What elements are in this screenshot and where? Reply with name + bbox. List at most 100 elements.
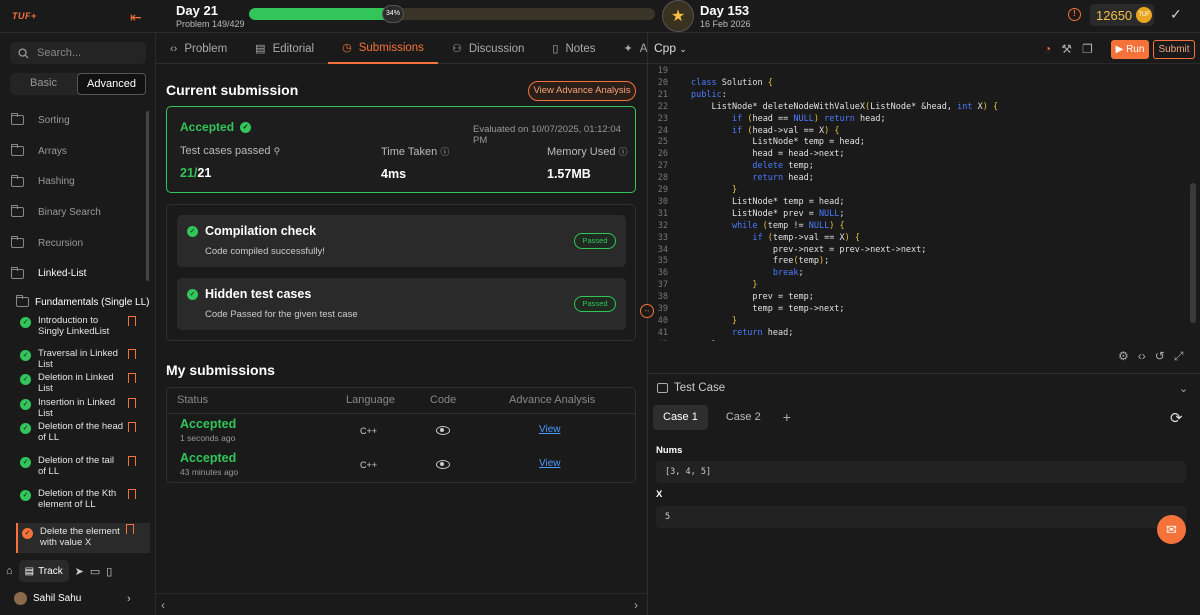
- coins-badge[interactable]: 12650 TUF: [1090, 4, 1154, 26]
- check-icon: ✓: [20, 423, 31, 435]
- eye-icon[interactable]: [436, 460, 450, 469]
- line-number: 22: [657, 101, 668, 112]
- bookmark-icon[interactable]: [128, 349, 136, 360]
- field-label: Nums: [656, 445, 683, 456]
- bookmark-icon[interactable]: [126, 524, 134, 535]
- editor-toolbar: Cpp ⌄ ◔ ⚒ ❐ ▶ Run Submit: [648, 33, 1200, 64]
- home-icon[interactable]: ⌂: [6, 565, 13, 577]
- info-icon[interactable]: !: [1068, 8, 1081, 21]
- add-case-button[interactable]: +: [779, 405, 791, 430]
- lesson-item[interactable]: ✓ Introduction to Singly LinkedList: [0, 315, 150, 348]
- bookmark-icon[interactable]: [128, 373, 136, 384]
- row-time: 1 seconds ago: [180, 433, 236, 443]
- view-link[interactable]: View: [539, 458, 561, 469]
- line-text: if (head == NULL) return head;: [731, 113, 886, 124]
- trophy-icon[interactable]: ★: [662, 0, 694, 32]
- lesson-item[interactable]: ✓ Deletion in Linked List: [0, 372, 150, 397]
- folder-icon: [11, 144, 24, 157]
- bookmark-icon[interactable]: [128, 316, 136, 327]
- lesson-item-current[interactable]: ✓ Delete the element with value X: [16, 523, 150, 554]
- copy-icon[interactable]: ❐: [1082, 42, 1093, 56]
- run-button[interactable]: ▶ Run: [1111, 40, 1149, 59]
- tab-case-2[interactable]: Case 2: [716, 405, 771, 430]
- folder-icon: [11, 236, 24, 249]
- book-icon[interactable]: ▯: [106, 565, 112, 578]
- logo[interactable]: TUF+: [12, 11, 37, 21]
- passed-badge: Passed: [574, 296, 616, 312]
- subtopic-fundamentals[interactable]: Fundamentals (Single LL): [0, 289, 150, 315]
- submission-panel: ‹› Problem ▤ Editorial ◷ Submissions ⚇ Discu…: [156, 33, 651, 615]
- tab-discussion[interactable]: ⚇ Discussion: [438, 33, 538, 64]
- eye-icon[interactable]: [436, 426, 450, 435]
- tab-label: Problem: [184, 42, 228, 55]
- row-status[interactable]: Accepted: [180, 417, 236, 431]
- resize-handle-icon[interactable]: ↔: [640, 304, 654, 318]
- nums-input[interactable]: [3, 4, 5]: [656, 461, 1186, 483]
- code-icon[interactable]: ‹›: [1138, 349, 1146, 364]
- tab-notes[interactable]: ▯ Notes: [538, 33, 609, 64]
- editor-scrollbar[interactable]: [1190, 183, 1196, 323]
- chat-icon[interactable]: ✉: [1157, 515, 1186, 544]
- bookmark-icon[interactable]: [128, 422, 136, 433]
- check-desc: Code Passed for the given test case: [205, 309, 358, 320]
- tab-problem[interactable]: ‹› Problem: [156, 33, 241, 64]
- chevron-down-icon[interactable]: ⌄: [1179, 382, 1188, 395]
- expand-icon[interactable]: ⤢: [1174, 349, 1184, 364]
- lesson-item[interactable]: ✓ Deletion of the head of LL: [0, 421, 150, 455]
- code-line: 40 }: [648, 315, 1200, 327]
- line-text: if (temp->val == X) {: [752, 232, 860, 243]
- chevron-right-icon[interactable]: ›: [127, 593, 131, 605]
- lesson-item[interactable]: ✓ Deletion of the Kth element of LL: [0, 488, 150, 523]
- user-profile[interactable]: Sahil Sahu: [14, 592, 81, 605]
- collapse-sidebar-icon[interactable]: ⇤: [130, 9, 142, 26]
- bookmark-icon[interactable]: [128, 456, 136, 467]
- refresh-icon[interactable]: ⟳: [1170, 409, 1183, 427]
- language-select[interactable]: Cpp ⌄: [654, 41, 687, 55]
- search-input[interactable]: [37, 47, 137, 59]
- info-icon: ⓘ: [618, 147, 628, 157]
- history-icon[interactable]: ↺: [1155, 349, 1165, 364]
- tab-case-1[interactable]: Case 1: [653, 405, 708, 430]
- gear-icon[interactable]: ⚙: [1118, 349, 1129, 364]
- tab-submissions[interactable]: ◷ Submissions: [328, 33, 438, 64]
- memory-value: 1.57MB: [547, 167, 591, 181]
- send-icon[interactable]: ➤: [75, 565, 84, 578]
- bookmark-icon[interactable]: [128, 489, 136, 500]
- line-number: 28: [657, 173, 668, 184]
- x-input[interactable]: 5: [656, 506, 1186, 528]
- tab-editorial[interactable]: ▤ Editorial: [241, 33, 328, 64]
- chevron-left-icon[interactable]: ‹: [161, 598, 165, 612]
- submit-button[interactable]: Submit: [1153, 40, 1195, 59]
- track-button[interactable]: ▤ Track: [18, 560, 69, 582]
- topic-linked-list[interactable]: Linked-List: [0, 258, 150, 289]
- check-settings-icon[interactable]: ✓: [1170, 6, 1182, 23]
- testcase-header[interactable]: Test Case ⌄: [648, 373, 1200, 403]
- coin-count: 12650: [1096, 7, 1133, 23]
- topic-label: Linked-List: [38, 268, 87, 280]
- code-line: 24 if (head->val == X) {: [648, 125, 1200, 137]
- line-number: 38: [657, 292, 668, 303]
- row-status[interactable]: Accepted: [180, 451, 238, 465]
- chevron-right-icon[interactable]: ›: [634, 598, 638, 612]
- lesson-label: Deletion of the Kth element of LL: [38, 488, 117, 511]
- topic-recursion[interactable]: Recursion: [0, 228, 150, 259]
- timer-icon[interactable]: ◔: [1044, 42, 1051, 56]
- topic-arrays[interactable]: Arrays: [0, 136, 150, 167]
- lesson-item[interactable]: ✓ Traversal in Linked List: [0, 348, 150, 372]
- lesson-item[interactable]: ✓ Insertion in Linked List: [0, 397, 150, 421]
- mode-basic[interactable]: Basic: [10, 73, 77, 95]
- tab-label: Notes: [565, 42, 596, 55]
- code-editor[interactable]: 19 20 class Solution {21 public: 22 ListNode…: [648, 65, 1200, 341]
- evaluated-time: Evaluated on 10/07/2025, 01:12:04 PM: [473, 124, 621, 146]
- magic-wand-icon[interactable]: ⚒: [1061, 42, 1072, 56]
- topic-hashing[interactable]: Hashing: [0, 166, 150, 197]
- view-link[interactable]: View: [539, 424, 561, 435]
- bookmark-icon[interactable]: [128, 398, 136, 409]
- row-time: 43 minutes ago: [180, 467, 239, 477]
- file-icon[interactable]: ▭: [90, 565, 100, 578]
- lesson-item[interactable]: ✓ Deletion of the tail of LL: [0, 455, 150, 488]
- topic-binary-search[interactable]: Binary Search: [0, 197, 150, 228]
- topic-sorting[interactable]: Sorting: [0, 105, 150, 136]
- mode-advanced[interactable]: Advanced: [77, 73, 146, 95]
- view-advance-analysis-button[interactable]: View Advance Analysis: [528, 81, 636, 101]
